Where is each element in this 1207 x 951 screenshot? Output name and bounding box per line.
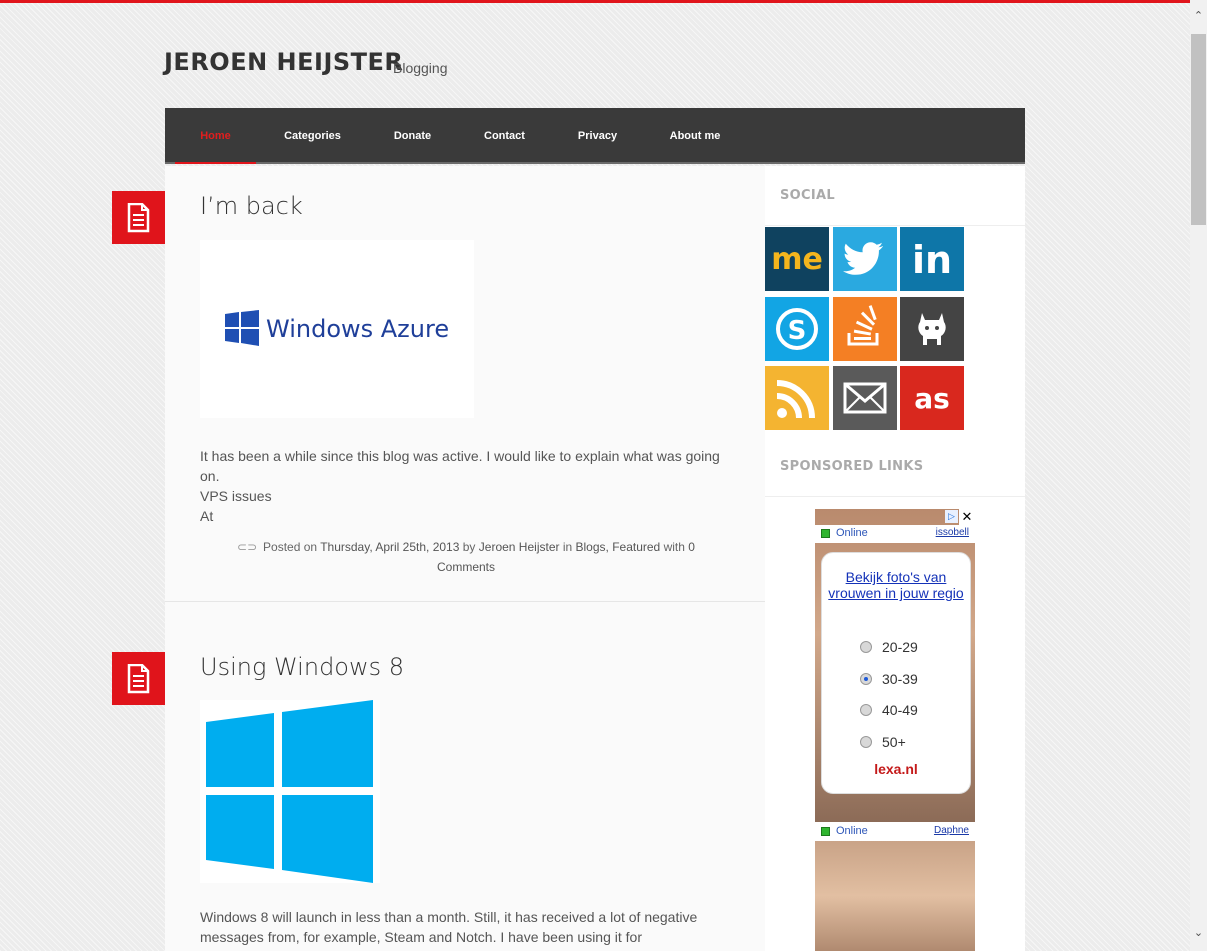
github-icon[interactable] xyxy=(900,297,964,361)
nav-active-indicator xyxy=(175,162,256,164)
ad-online-label: Online xyxy=(836,825,868,837)
ad-headline[interactable]: Bekijk foto's van vrouwen in jouw regio xyxy=(822,569,970,601)
site-tagline: Blogging xyxy=(393,60,448,76)
excerpt-line: It has been a while since this blog was … xyxy=(200,448,720,484)
twitter-icon[interactable] xyxy=(833,227,897,291)
ad-status-bar: Online issobell xyxy=(815,525,975,543)
meta-in: in xyxy=(562,540,573,554)
email-icon[interactable] xyxy=(833,366,897,430)
ad-photo xyxy=(815,841,975,951)
nav-item-about-me[interactable]: About me xyxy=(655,108,735,162)
nav-item-home[interactable]: Home xyxy=(175,108,256,162)
excerpt-line: At xyxy=(200,508,214,524)
post-date-link[interactable]: Thursday, April 25th, 2013 xyxy=(320,540,459,554)
windows-azure-logo: Windows Azure xyxy=(225,310,449,346)
ad-profile-link[interactable]: Daphne xyxy=(934,825,969,836)
post-image-windows-8[interactable] xyxy=(200,700,380,883)
rss-icon[interactable] xyxy=(765,366,829,430)
close-icon[interactable]: ✕ xyxy=(959,509,975,525)
scroll-up-icon[interactable]: ⌃ xyxy=(1192,10,1205,22)
stackoverflow-icon[interactable] xyxy=(833,297,897,361)
online-status-icon xyxy=(821,827,830,836)
nav-item-categories[interactable]: Categories xyxy=(270,108,355,162)
nav-item-donate[interactable]: Donate xyxy=(375,108,450,162)
excerpt-line: VPS issues xyxy=(200,488,272,504)
post-excerpt: Windows 8 will launch in less than a mon… xyxy=(200,909,698,945)
ad-profile-link[interactable]: issobell xyxy=(936,527,969,538)
svg-text:as: as xyxy=(914,382,950,415)
section-rule xyxy=(765,225,1025,226)
link-icon: ⊂⊃ xyxy=(237,540,258,554)
post-divider xyxy=(165,601,765,602)
site-title[interactable]: JEROEN HEIJSTER xyxy=(164,48,403,76)
sponsored-ad[interactable]: Online issobell Bekijk foto's van vrouwe… xyxy=(815,509,975,951)
ad-choices-icon[interactable]: ▷ xyxy=(945,510,958,523)
post-image-windows-azure[interactable]: Windows Azure xyxy=(200,240,474,418)
radio-button[interactable] xyxy=(860,736,872,748)
svg-text:in: in xyxy=(912,238,952,282)
svg-text:me: me xyxy=(771,242,823,277)
top-accent-bar xyxy=(0,0,1190,3)
scroll-down-icon[interactable]: ⌄ xyxy=(1192,927,1205,939)
meta-with: with xyxy=(663,540,685,554)
online-status-icon xyxy=(821,529,830,538)
svg-text:S: S xyxy=(788,316,807,346)
post-title[interactable]: I’m back xyxy=(200,192,303,220)
radio-button[interactable] xyxy=(860,673,872,685)
aboutme-icon[interactable]: me xyxy=(765,227,829,291)
scroll-thumb[interactable] xyxy=(1191,34,1206,225)
post-author-link[interactable]: Jeroen Heijster xyxy=(479,540,560,554)
windows-8-logo xyxy=(206,700,373,883)
nav-item-contact[interactable]: Contact xyxy=(467,108,542,162)
linkedin-icon[interactable]: in xyxy=(900,227,964,291)
post-meta: ⊂⊃ Posted on Thursday, April 25th, 2013 b… xyxy=(216,537,716,577)
ad-status-bar: Online Daphne xyxy=(815,823,975,841)
nav-item-privacy[interactable]: Privacy xyxy=(560,108,635,162)
lastfm-icon[interactable]: as xyxy=(900,366,964,430)
social-section-title: SOCIAL xyxy=(780,188,835,203)
azure-logo-text: Windows Azure xyxy=(266,315,449,343)
meta-prefix: Posted on xyxy=(263,540,318,554)
ad-logo: lexa.nl xyxy=(874,761,918,777)
main-nav: Home Categories Donate Contact Privacy A… xyxy=(165,108,1025,164)
document-icon xyxy=(127,203,150,233)
post-excerpt: It has been a while since this blog was … xyxy=(200,446,730,526)
skype-icon[interactable]: S xyxy=(765,297,829,361)
post-icon xyxy=(112,191,165,244)
ad-card: Bekijk foto's van vrouwen in jouw regio … xyxy=(821,552,971,794)
post-title[interactable]: Using Windows 8 xyxy=(200,653,404,681)
document-icon xyxy=(127,664,150,694)
meta-by: by xyxy=(462,540,476,554)
scrollbar[interactable]: ⌃ ⌄ xyxy=(1190,0,1207,951)
post-icon xyxy=(112,652,165,705)
sponsored-section-title: SPONSORED LINKS xyxy=(780,459,924,474)
section-rule xyxy=(765,496,1025,497)
radio-button[interactable] xyxy=(860,641,872,653)
ad-online-label: Online xyxy=(836,527,868,539)
post-categories-link[interactable]: Blogs, Featured xyxy=(576,540,661,554)
radio-button[interactable] xyxy=(860,704,872,716)
